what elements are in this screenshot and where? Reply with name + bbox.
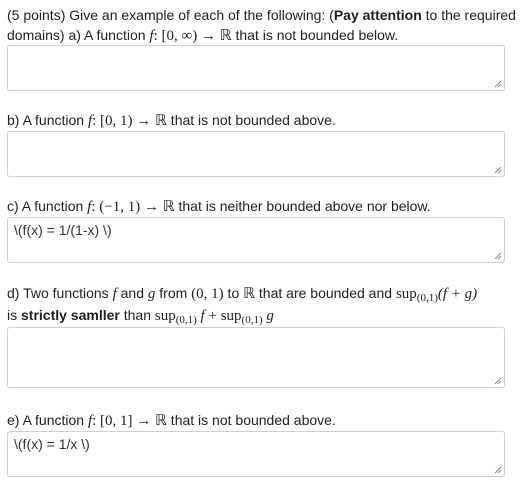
- resize-grip-icon[interactable]: [493, 251, 502, 260]
- answer-c-value: \(f(x) = 1/(1-x) \): [14, 222, 112, 238]
- answer-e-textarea[interactable]: \(f(x) = 1/x \): [7, 431, 505, 477]
- question-b-text: b) A function f: [0, 1) → ℝ that is not …: [7, 112, 336, 129]
- question-e-text: e) A function f: [0, 1] → ℝ that is not …: [7, 412, 336, 429]
- answer-a-textarea[interactable]: [7, 45, 505, 91]
- resize-grip-icon[interactable]: [493, 79, 502, 88]
- resize-grip-icon[interactable]: [493, 165, 502, 174]
- resize-grip-icon[interactable]: [493, 465, 502, 474]
- answer-d-textarea[interactable]: [7, 327, 505, 388]
- answer-b-textarea[interactable]: [7, 131, 505, 177]
- question-c-text: c) A function f: (−1, 1) → ℝ that is nei…: [7, 198, 431, 215]
- answer-c-textarea[interactable]: \(f(x) = 1/(1-x) \): [7, 217, 505, 263]
- answer-e-value: \(f(x) = 1/x \): [14, 436, 90, 452]
- resize-grip-icon[interactable]: [493, 376, 502, 385]
- question-a-text: (5 points) Give an example of each of th…: [7, 7, 516, 44]
- question-d-text: d) Two functions f and g from (0, 1) to …: [7, 285, 478, 326]
